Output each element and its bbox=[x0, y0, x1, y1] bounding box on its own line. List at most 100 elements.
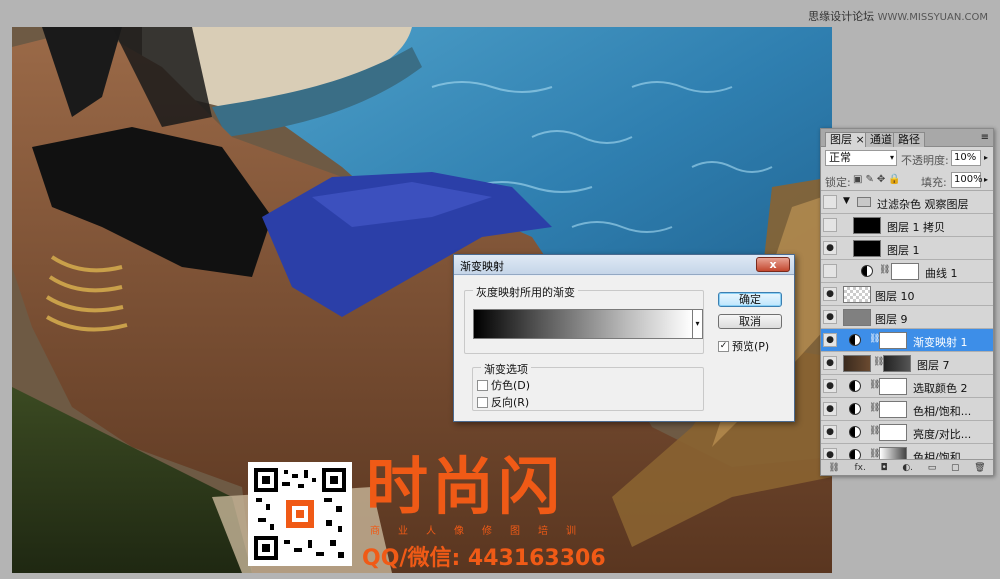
opacity-label: 不透明度: bbox=[901, 154, 949, 167]
folder-icon bbox=[857, 197, 871, 207]
tab-close-icon[interactable]: × bbox=[856, 133, 865, 146]
layer-name: 亮度/对比... bbox=[913, 428, 972, 441]
layer-row[interactable]: ● 图层 1 bbox=[821, 237, 993, 260]
gradient-group-label: 灰度映射所用的渐变 bbox=[473, 284, 578, 300]
dither-option[interactable]: 仿色(D) bbox=[477, 377, 530, 393]
preview-checkbox[interactable]: ✓ bbox=[718, 340, 729, 352]
brand-subtitle: 商业人像修图培训 bbox=[370, 526, 594, 537]
cancel-button[interactable]: 取消 bbox=[718, 314, 782, 329]
layers-panel: 图层 × 通道 路径 ≡ 正常 ▾ 不透明度: 10% ▸ 锁定: ▣✎✥🔒 填… bbox=[820, 128, 994, 476]
fx-icon[interactable]: fx. bbox=[854, 463, 865, 473]
layer-name: 图层 9 bbox=[875, 313, 908, 326]
gradient-preview[interactable] bbox=[473, 309, 693, 339]
watermark-site-name: 思缘设计论坛 bbox=[808, 10, 875, 23]
panel-tabs: 图层 × 通道 路径 ≡ bbox=[821, 129, 993, 147]
chevron-down-icon[interactable]: ▼ bbox=[843, 196, 850, 206]
dither-label: 仿色(D) bbox=[491, 379, 531, 392]
visibility-eye-icon[interactable]: ● bbox=[823, 310, 837, 324]
link-layers-icon[interactable]: ⛓ bbox=[828, 463, 839, 473]
layer-row[interactable]: ● 图层 9 bbox=[821, 306, 993, 329]
brand-contact: QQ/微信: 443163306 bbox=[362, 546, 606, 571]
panel-menu-icon[interactable]: ≡ bbox=[981, 132, 989, 143]
tab-layers[interactable]: 图层 × bbox=[825, 132, 870, 147]
adjustment-icon bbox=[849, 380, 861, 392]
visibility-eye-icon[interactable]: ● bbox=[823, 218, 837, 232]
blend-options-row: 正常 ▾ 不透明度: 10% ▸ bbox=[821, 147, 993, 169]
layer-row[interactable]: ● 图层 10 bbox=[821, 283, 993, 306]
fill-arrow-icon[interactable]: ▸ bbox=[984, 175, 988, 184]
layer-row[interactable]: ● ⛓ 亮度/对比... bbox=[821, 421, 993, 444]
layer-thumbnail bbox=[843, 355, 871, 372]
adjustment-layer-icon[interactable]: ◐. bbox=[902, 463, 913, 473]
visibility-eye-icon[interactable]: ● bbox=[823, 241, 837, 255]
adjustment-icon bbox=[849, 426, 861, 438]
site-watermark: 思缘设计论坛 WWW.MISSYUAN.COM bbox=[808, 8, 988, 24]
fill-label: 填充: bbox=[921, 176, 947, 189]
visibility-eye-icon[interactable]: ● bbox=[823, 195, 837, 209]
panel-footer: ⛓ fx. ◘ ◐. ▭ ▢ 🗑 bbox=[821, 459, 993, 475]
adjustment-icon bbox=[849, 334, 861, 346]
lock-label: 锁定: bbox=[825, 176, 851, 189]
dialog-titlebar[interactable]: 渐变映射 x bbox=[454, 255, 794, 275]
lock-row: 锁定: ▣✎✥🔒 填充: 100% ▸ bbox=[821, 169, 993, 191]
visibility-eye-icon[interactable]: ● bbox=[823, 379, 837, 393]
preview-label: 预览(P) bbox=[732, 340, 770, 353]
visibility-eye-icon[interactable]: ● bbox=[823, 356, 837, 370]
layer-thumbnail bbox=[853, 240, 881, 257]
mask-thumbnail bbox=[879, 424, 907, 441]
visibility-eye-icon[interactable]: ● bbox=[823, 287, 837, 301]
layer-name: 图层 1 拷贝 bbox=[887, 221, 945, 234]
layer-row[interactable]: ● ⛓ 图层 7 bbox=[821, 352, 993, 375]
layer-name: 图层 7 bbox=[917, 359, 950, 372]
ok-button[interactable]: 确定 bbox=[718, 292, 782, 307]
lock-icons[interactable]: ▣✎✥🔒 bbox=[853, 174, 904, 185]
layer-row-selected[interactable]: ● ⛓ 渐变映射 1 bbox=[821, 329, 993, 352]
mask-thumbnail bbox=[879, 332, 907, 349]
visibility-eye-icon[interactable]: ● bbox=[823, 402, 837, 416]
new-group-icon[interactable]: ▭ bbox=[928, 463, 937, 473]
layer-row-group[interactable]: ● ▼ 过滤杂色 观察图层 bbox=[821, 191, 993, 214]
visibility-eye-icon[interactable]: ● bbox=[823, 264, 837, 278]
layer-row[interactable]: ● ⛓ 选取颜色 2 bbox=[821, 375, 993, 398]
tab-paths[interactable]: 路径 bbox=[893, 132, 925, 147]
fill-input[interactable]: 100% bbox=[951, 172, 983, 188]
link-icon: ⛓ bbox=[879, 265, 891, 275]
layer-list: ● ▼ 过滤杂色 观察图层 ● 图层 1 拷贝 ● 图层 1 ● ⛓ 曲线 1 … bbox=[821, 191, 993, 461]
visibility-eye-icon[interactable]: ● bbox=[823, 425, 837, 439]
reverse-label: 反向(R) bbox=[491, 396, 530, 409]
dialog-close-button[interactable]: x bbox=[756, 257, 790, 272]
dialog-title: 渐变映射 bbox=[460, 260, 504, 273]
new-layer-icon[interactable]: ▢ bbox=[951, 463, 960, 473]
mask-thumbnail bbox=[891, 263, 919, 280]
reverse-option[interactable]: 反向(R) bbox=[477, 394, 529, 410]
opacity-arrow-icon[interactable]: ▸ bbox=[984, 153, 988, 162]
layer-row[interactable]: ● ⛓ 曲线 1 bbox=[821, 260, 993, 283]
adjustment-icon bbox=[861, 265, 873, 277]
blend-mode-select[interactable]: 正常 ▾ bbox=[825, 150, 897, 166]
qr-code-image bbox=[254, 468, 346, 560]
dither-checkbox[interactable] bbox=[477, 379, 488, 391]
layer-name: 渐变映射 1 bbox=[913, 336, 968, 349]
opacity-input[interactable]: 10% bbox=[951, 150, 981, 166]
add-mask-icon[interactable]: ◘ bbox=[881, 463, 888, 473]
layer-row[interactable]: ● ⛓ 色相/饱和... bbox=[821, 398, 993, 421]
preview-option[interactable]: ✓ 预览(P) bbox=[718, 338, 769, 354]
trash-icon[interactable]: 🗑 bbox=[974, 463, 985, 473]
layer-name: 图层 10 bbox=[875, 290, 915, 303]
layer-name: 图层 1 bbox=[887, 244, 920, 257]
adjustment-icon bbox=[849, 403, 861, 415]
layer-name: 色相/饱和... bbox=[913, 405, 972, 418]
mask-thumbnail bbox=[883, 355, 911, 372]
watermark-url: WWW.MISSYUAN.COM bbox=[877, 12, 988, 23]
visibility-eye-icon[interactable]: ● bbox=[823, 333, 837, 347]
gradient-dropdown-arrow[interactable]: ▾ bbox=[693, 309, 703, 339]
layer-thumbnail bbox=[843, 286, 871, 303]
tab-layers-label: 图层 bbox=[830, 133, 852, 146]
layer-row[interactable]: ● 图层 1 拷贝 bbox=[821, 214, 993, 237]
layer-thumbnail bbox=[853, 217, 881, 234]
gradient-options-label: 渐变选项 bbox=[481, 361, 531, 377]
layer-name: 选取颜色 2 bbox=[913, 382, 968, 395]
gradient-map-dialog: 渐变映射 x 灰度映射所用的渐变 ▾ 渐变选项 仿色(D) 反向(R) 确定 取… bbox=[453, 254, 795, 422]
reverse-checkbox[interactable] bbox=[477, 396, 488, 408]
mask-thumbnail bbox=[879, 401, 907, 418]
